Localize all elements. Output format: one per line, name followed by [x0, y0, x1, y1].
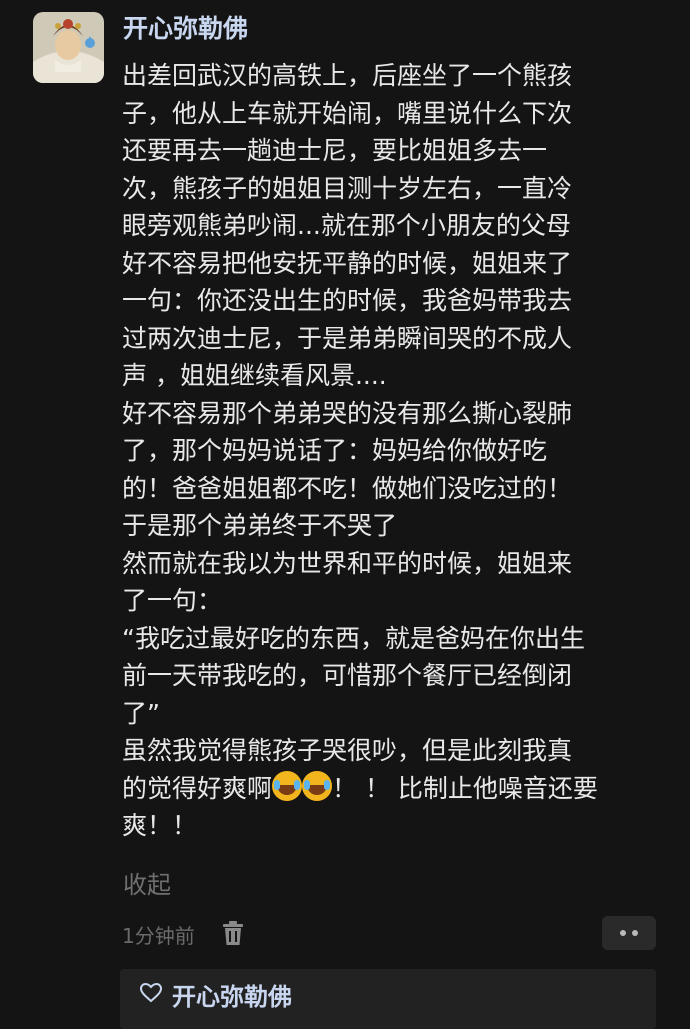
buddha-statue-avatar-image [33, 12, 104, 83]
comment-line: 了，那个妈妈说话了：妈妈给你做好吃 [122, 436, 548, 465]
comment-line: 的！爸爸姐姐都不吃！做她们没吃过的！ [122, 473, 573, 503]
comment-line: 前一天带我吃的，可惜那个餐厅已经倒闭 [122, 661, 573, 690]
comment-line: 然而就在我以为世界和平的时候，姐姐来 [122, 548, 573, 578]
comment-line: 出差回武汉的高铁上，后座坐了一个熊孩 [122, 61, 573, 90]
comment-line: “我吃过最好吃的东西，就是爸妈在你出生 [122, 623, 585, 653]
more-dots-icon [632, 930, 638, 936]
liked-by-name[interactable]: 开心弥勒佛 [172, 977, 292, 1012]
comment-author-name[interactable]: 开心弥勒佛 [123, 12, 248, 46]
comment-line: 子，他从上车就开始闹，嘴里说什么下次 [122, 98, 573, 128]
heart-outline-icon [139, 982, 163, 1003]
comment-line: 眼旁观熊弟吵闹...就在那个小朋友的父母 [122, 211, 571, 240]
comment-line: 好不容易那个弟弟哭的没有那么撕心裂肺 [122, 398, 573, 428]
comment-line: 次，熊孩子的姐姐目测十岁左右，一直冷 [122, 173, 573, 203]
comment-emoji-line: 的觉得好爽啊 ！ ！ 比制止他噪音还要 [122, 770, 662, 808]
emoji-line-suffix: ！ ！ 比制止他噪音还要 [332, 773, 598, 803]
comment-line: 虽然我觉得熊孩子哭很吵，但是此刻我真 [122, 736, 573, 765]
more-options-button[interactable] [602, 916, 656, 950]
tears-of-joy-emoji-icon [272, 770, 303, 801]
avatar[interactable] [33, 12, 104, 83]
comment-line: 一句：你还没出生的时候，我爸妈带我去 [122, 286, 573, 315]
collapse-link[interactable]: 收起 [123, 865, 171, 900]
comment-body: 出差回武汉的高铁上，后座坐了一个熊孩 子，他从上车就开始闹，嘴里说什么下次 还要… [122, 57, 662, 845]
more-dots-icon [620, 930, 626, 936]
like-list-card[interactable]: 开心弥勒佛 [120, 969, 656, 1029]
emoji-line-prefix: 的觉得好爽啊 [122, 773, 273, 803]
comment-line: 了一句： [122, 586, 223, 615]
tears-of-joy-emoji-icon [302, 770, 333, 801]
comment-line: 于是那个弟弟终于不哭了 [122, 511, 398, 540]
comment-line: 声 ，姐姐继续看风景.... [122, 361, 387, 390]
comment-line: 爽！！ [122, 811, 198, 840]
comment-line: 了” [122, 698, 160, 728]
comment-line: 好不容易把他安抚平静的时候，姐姐来了 [122, 248, 573, 278]
comment-line: 还要再去一趟迪士尼，要比姐姐多去一 [122, 136, 548, 165]
comment-timestamp: 1分钟前 [122, 924, 195, 948]
delete-trash-icon[interactable] [222, 920, 244, 946]
comment-line: 过两次迪士尼，于是弟弟瞬间哭的不成人 [122, 323, 573, 353]
